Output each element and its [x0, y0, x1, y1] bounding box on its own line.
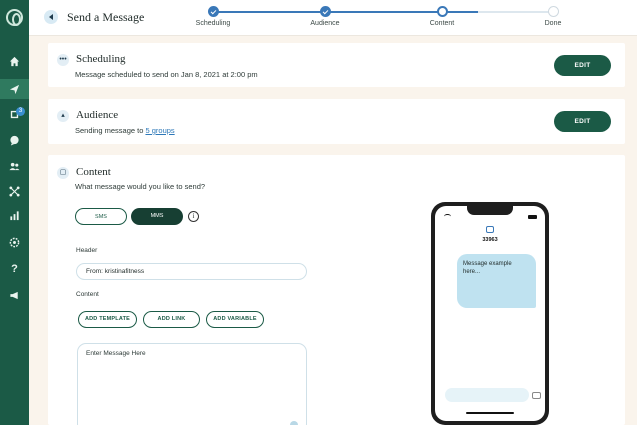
add-link-button[interactable]: ADD LINK	[143, 311, 200, 328]
inbox-badge: 3	[16, 107, 25, 116]
mms-toggle[interactable]: MMS	[131, 208, 183, 225]
contact-avatar-icon	[486, 226, 494, 233]
content-card: ▢ Content What message would you like to…	[48, 155, 625, 425]
step-done[interactable]: Done	[523, 6, 583, 27]
document-icon: ▢	[57, 167, 69, 179]
battery-icon	[528, 215, 537, 219]
inbox-icon[interactable]: 3	[0, 104, 29, 124]
audience-summary-text: Sending message to	[75, 126, 146, 135]
header-label: Header	[76, 247, 98, 254]
page-header: Send a Message Scheduling Audience Conte…	[29, 0, 637, 36]
preview-shortcode: 33963	[482, 237, 498, 243]
camera-icon	[532, 392, 541, 399]
step-label: Scheduling	[195, 20, 231, 27]
sms-toggle[interactable]: SMS	[75, 208, 127, 225]
header-input[interactable]: From: kristinafitness	[76, 263, 307, 280]
contacts-icon[interactable]	[0, 156, 29, 176]
step-scheduling[interactable]: Scheduling	[183, 6, 243, 27]
card-title: Audience	[76, 109, 119, 121]
home-icon[interactable]	[0, 51, 29, 71]
step-label: Audience	[310, 20, 340, 27]
wifi-icon	[444, 214, 451, 219]
audience-card: ▴ Audience Sending message to 5 groups E…	[48, 99, 625, 144]
calendar-icon: •••	[57, 54, 69, 66]
send-icon[interactable]	[0, 79, 29, 99]
check-icon	[319, 6, 331, 17]
message-textarea[interactable]: Enter Message Here	[77, 343, 307, 425]
groups-link[interactable]: 5 groups	[145, 126, 174, 135]
content-label: Content	[76, 291, 99, 298]
page-title: Send a Message	[67, 10, 145, 24]
message-bubble: Message example here...	[457, 254, 536, 308]
pending-step-icon	[547, 6, 559, 17]
home-indicator	[466, 412, 514, 414]
card-title: Content	[76, 166, 111, 178]
sidebar: 3 ?	[0, 0, 29, 425]
card-title: Scheduling	[76, 53, 126, 65]
add-template-button[interactable]: ADD TEMPLATE	[78, 311, 137, 328]
step-label: Done	[544, 20, 562, 27]
info-icon[interactable]: i	[188, 211, 199, 222]
audience-summary: Sending message to 5 groups	[75, 126, 175, 135]
phone-notch	[467, 206, 513, 215]
phone-preview: 33963 Message example here...	[431, 202, 549, 425]
megaphone-icon[interactable]	[0, 285, 29, 305]
back-button[interactable]	[44, 10, 58, 24]
step-label: Content	[429, 20, 455, 27]
chat-icon[interactable]	[0, 130, 29, 150]
analytics-icon[interactable]	[0, 205, 29, 225]
settings-icon[interactable]	[0, 232, 29, 252]
help-icon[interactable]: ?	[0, 259, 29, 279]
help-label: ?	[11, 263, 18, 275]
add-variable-button[interactable]: ADD VARIABLE	[206, 311, 264, 328]
integrations-icon[interactable]	[0, 181, 29, 201]
audience-icon: ▴	[57, 110, 69, 122]
edit-audience-button[interactable]: EDIT	[554, 111, 611, 132]
check-icon	[207, 6, 219, 17]
content-question: What message would you like to send?	[75, 182, 206, 191]
resize-handle[interactable]	[290, 421, 298, 425]
step-content[interactable]: Content	[412, 6, 472, 27]
edit-scheduling-button[interactable]: EDIT	[554, 55, 611, 76]
step-audience[interactable]: Audience	[295, 6, 355, 27]
brand-logo[interactable]	[6, 9, 23, 26]
scheduling-card: ••• Scheduling Message scheduled to send…	[48, 43, 625, 87]
schedule-summary: Message scheduled to send on Jan 8, 2021…	[75, 70, 258, 79]
current-step-icon	[436, 6, 448, 17]
preview-input-bar	[445, 388, 529, 402]
phone-screen: 33963 Message example here...	[435, 206, 545, 421]
